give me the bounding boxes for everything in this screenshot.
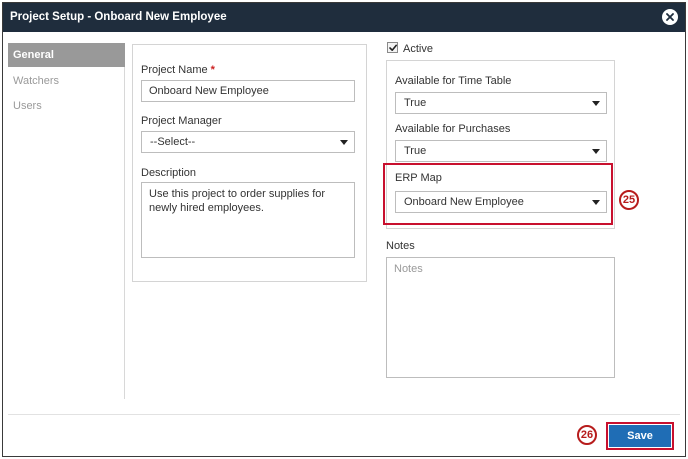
chevron-down-icon (592, 149, 600, 154)
callout-26: 26 (577, 425, 597, 445)
project-name-input[interactable]: Onboard New Employee (141, 80, 355, 102)
project-manager-select[interactable]: --Select-- (141, 131, 355, 153)
purchases-label: Available for Purchases (395, 123, 511, 135)
checkmark-icon (389, 44, 397, 51)
sidebar: General Watchers Users (8, 43, 125, 399)
time-table-label: Available for Time Table (395, 75, 512, 87)
close-icon (666, 13, 674, 21)
sidebar-item-watchers[interactable]: Watchers (8, 69, 125, 93)
dialog-title: Project Setup - Onboard New Employee (10, 11, 227, 23)
project-setup-dialog: Project Setup - Onboard New Employee Gen… (2, 2, 686, 457)
active-label: Active (403, 43, 433, 55)
notes-placeholder: Notes (394, 263, 423, 275)
project-name-label: Project Name * (141, 64, 215, 76)
save-button[interactable]: Save (609, 425, 671, 447)
active-checkbox[interactable] (387, 42, 398, 53)
close-button[interactable] (662, 9, 678, 25)
save-highlight: Save (606, 422, 674, 450)
erp-map-highlight (383, 163, 613, 225)
notes-label: Notes (386, 240, 415, 252)
title-bar: Project Setup - Onboard New Employee (3, 3, 685, 32)
chevron-down-icon (592, 101, 600, 106)
purchases-value: True (404, 145, 427, 157)
sidebar-item-general[interactable]: General (8, 43, 125, 67)
footer-divider (8, 414, 680, 415)
sidebar-item-users[interactable]: Users (8, 94, 125, 118)
project-manager-value: --Select-- (150, 136, 196, 148)
required-mark: * (210, 64, 215, 76)
purchases-select[interactable]: True (395, 140, 607, 162)
description-textarea[interactable]: Use this project to order supplies for n… (141, 182, 355, 258)
general-form-panel: Project Name * Onboard New Employee Proje… (132, 44, 367, 282)
callout-25: 25 (619, 190, 639, 210)
time-table-select[interactable]: True (395, 92, 607, 114)
time-table-value: True (404, 97, 427, 109)
project-manager-label: Project Manager (141, 115, 222, 127)
description-label: Description (141, 167, 197, 179)
notes-textarea[interactable]: Notes (386, 257, 615, 378)
chevron-down-icon (340, 140, 348, 145)
